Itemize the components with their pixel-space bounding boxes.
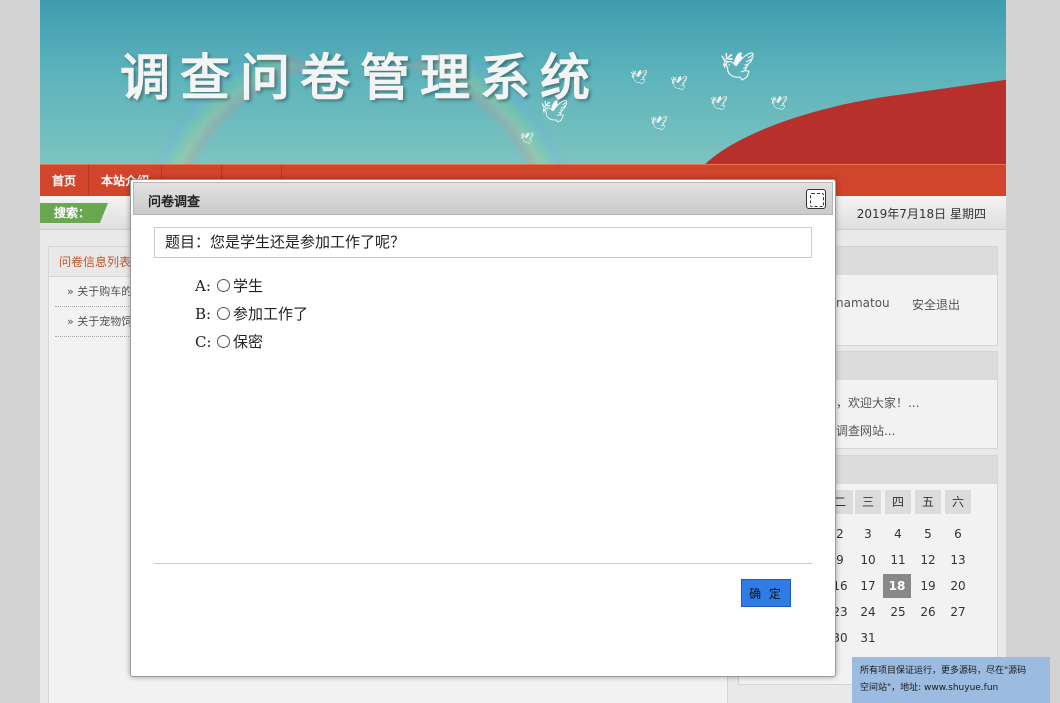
option-label: 学生: [233, 277, 264, 295]
calendar-day[interactable]: 31: [855, 626, 881, 650]
calendar-day[interactable]: 27: [945, 600, 971, 624]
panel-title: 问卷信息列表: [59, 255, 132, 269]
promo-line: 空间站"，地址: www.shuyue.fun: [860, 683, 999, 693]
site-title: 调查问卷管理系统: [120, 48, 600, 107]
calendar-day[interactable]: 11: [885, 548, 911, 572]
notice-item[interactable]: 调查网站...: [836, 422, 895, 439]
dove-icon: 🕊: [520, 132, 534, 145]
calendar-day[interactable]: 10: [855, 548, 881, 572]
calendar-day-today[interactable]: 18: [883, 574, 911, 598]
current-date: 2019年7月18日 星期四: [856, 207, 986, 221]
radio-button[interactable]: [217, 279, 230, 292]
radio-button[interactable]: [217, 307, 230, 320]
option-letter: C:: [195, 333, 212, 351]
calendar-header: 四: [885, 490, 911, 514]
calendar-day[interactable]: 4: [885, 522, 911, 546]
answer-options: A: 学生 B: 参加工作了 C: 保密: [195, 272, 308, 356]
option-c[interactable]: C: 保密: [195, 328, 308, 356]
dove-icon: 🕊: [710, 96, 728, 112]
calendar-day[interactable]: 6: [945, 522, 971, 546]
calendar-day[interactable]: 12: [915, 548, 941, 572]
dialog-header: 问卷调查: [133, 182, 833, 215]
calendar-header: 三: [855, 490, 881, 514]
calendar-day[interactable]: 25: [885, 600, 911, 624]
divider: [154, 563, 812, 564]
survey-dialog: 问卷调查 题目：您是学生还是参加工作了呢？ A: 学生 B: 参加工作了 C: 保密 …: [130, 179, 836, 677]
option-label: 保密: [233, 333, 264, 351]
dove-icon: 🕊: [630, 70, 648, 86]
calendar-day[interactable]: 20: [945, 574, 971, 598]
search-label: 搜索：: [40, 203, 108, 223]
username: namatou: [836, 296, 890, 310]
dove-icon: 🕊: [650, 116, 668, 132]
dialog-title: 问卷调查: [148, 195, 201, 210]
option-label: 参加工作了: [233, 305, 309, 323]
header-banner: 调查问卷管理系统 🕊 🕊 🕊 🕊 🕊 🕊 🕊 🕊: [40, 0, 1006, 164]
option-letter: B:: [195, 305, 212, 323]
calendar-header: 六: [945, 490, 971, 514]
calendar-day[interactable]: 17: [855, 574, 881, 598]
confirm-button[interactable]: 确 定: [741, 579, 791, 607]
calendar-day[interactable]: 19: [915, 574, 941, 598]
notice-item[interactable]: ，欢迎大家！...: [836, 394, 919, 411]
calendar-day[interactable]: 3: [855, 522, 881, 546]
radio-button[interactable]: [217, 335, 230, 348]
maximize-icon[interactable]: [806, 189, 826, 209]
option-letter: A:: [195, 277, 211, 295]
red-flag-decoration: [679, 75, 1006, 164]
promo-line: 所有项目保证运行，更多源码，尽在"源码: [860, 666, 1027, 676]
option-b[interactable]: B: 参加工作了: [195, 300, 308, 328]
dove-icon: 🕊: [720, 50, 756, 83]
calendar-header: 五: [915, 490, 941, 514]
dove-icon: 🕊: [770, 96, 788, 112]
logout-link[interactable]: 安全退出: [912, 296, 960, 313]
question-text: 题目：您是学生还是参加工作了呢？: [154, 227, 812, 258]
option-a[interactable]: A: 学生: [195, 272, 308, 300]
calendar-day[interactable]: 13: [945, 548, 971, 572]
calendar-day[interactable]: 5: [915, 522, 941, 546]
dove-icon: 🕊: [670, 76, 688, 92]
calendar-day[interactable]: 26: [915, 600, 941, 624]
calendar-day[interactable]: 24: [855, 600, 881, 624]
dove-icon: 🕊: [540, 100, 568, 125]
nav-item-home[interactable]: 首页: [40, 165, 90, 197]
promo-banner: 所有项目保证运行，更多源码，尽在"源码 空间站"，地址: www.shuyue.…: [852, 657, 1050, 703]
